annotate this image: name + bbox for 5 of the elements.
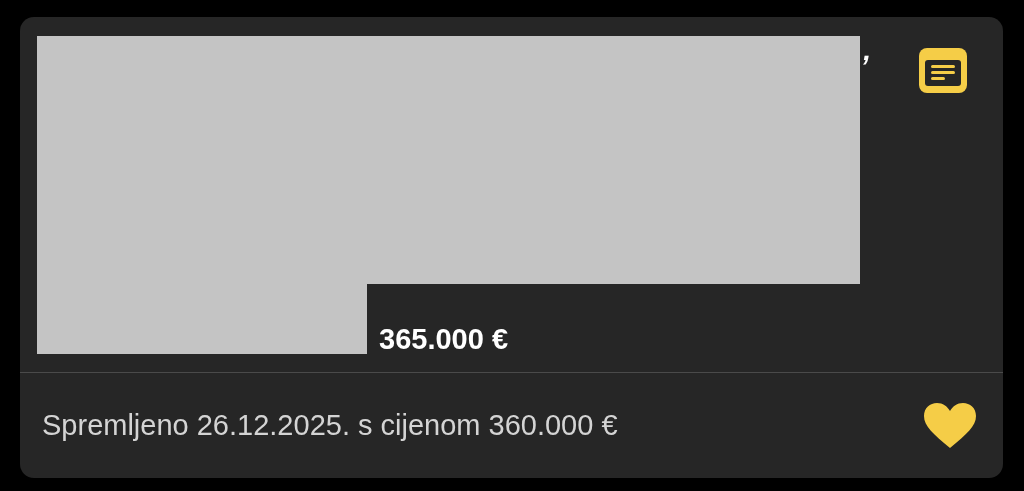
heart-icon[interactable] <box>923 401 977 450</box>
notes-icon[interactable] <box>919 48 967 93</box>
saved-price-text: Spremljeno 26.12.2025. s cijenom 360.000 € <box>42 407 618 443</box>
listing-title: , <box>863 37 871 68</box>
price: 365.000 € <box>379 321 508 357</box>
